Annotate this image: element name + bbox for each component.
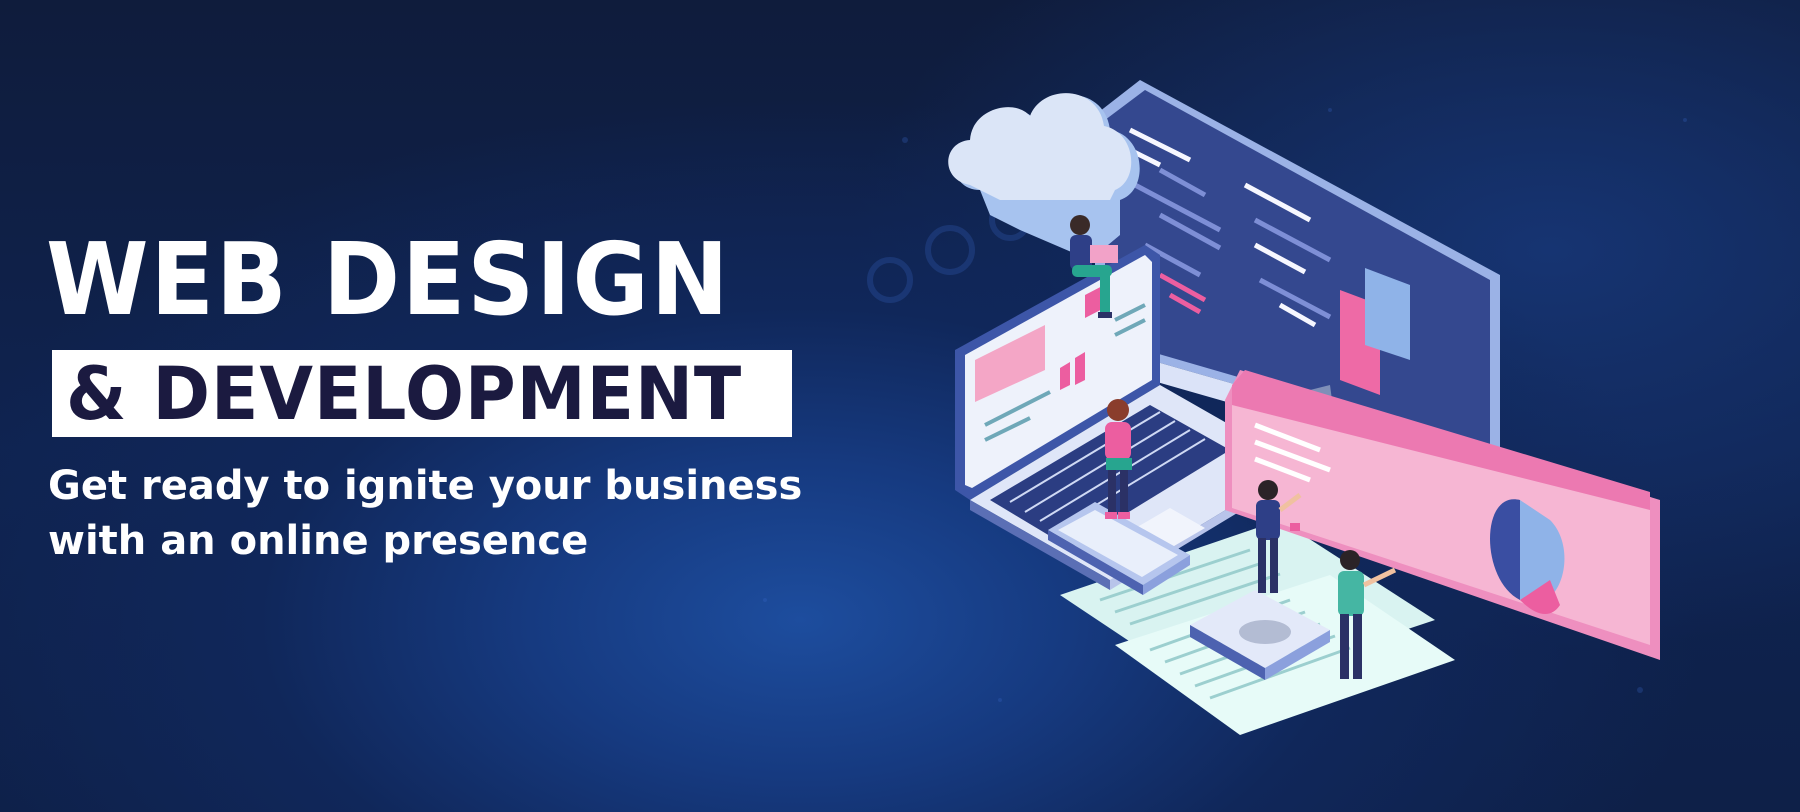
headline-subtitle: & DEVELOPMENT [66, 352, 743, 437]
subtitle-box: & DEVELOPMENT [52, 350, 792, 437]
tagline-line-2: with an online presence [48, 518, 589, 565]
headline-block: WEB DESIGN & DEVELOPMENT Get ready to ig… [46, 230, 806, 569]
hero-banner: WEB DESIGN & DEVELOPMENT Get ready to ig… [0, 0, 1800, 812]
headline-title: WEB DESIGN [46, 221, 731, 338]
tagline: Get ready to ignite your business with a… [48, 459, 806, 569]
tagline-line-1: Get ready to ignite your business [48, 463, 803, 509]
web-development-illustration [948, 80, 1660, 735]
